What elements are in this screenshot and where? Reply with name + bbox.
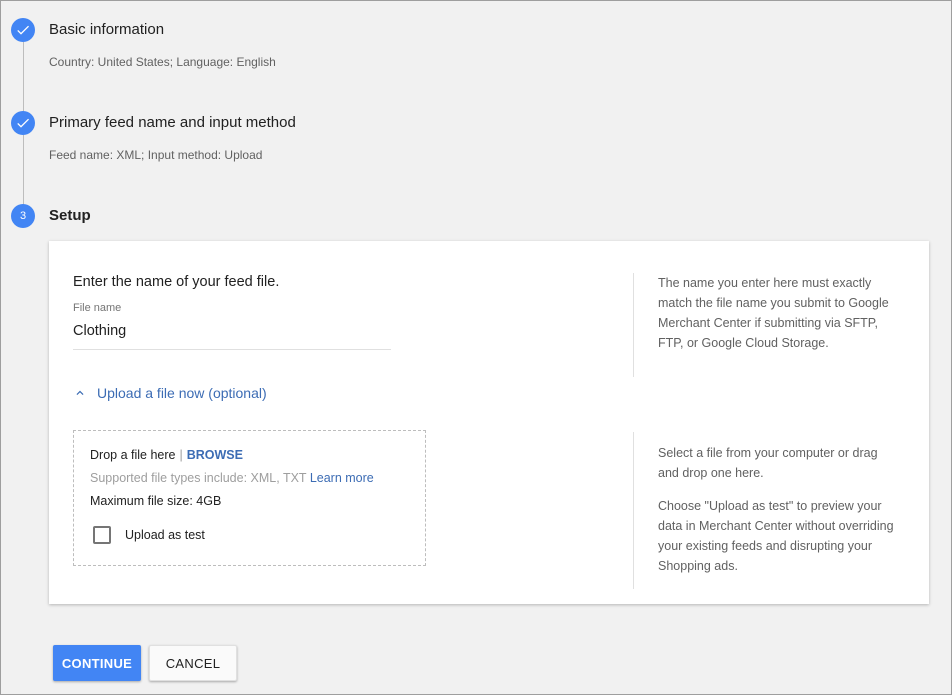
file-name-label: File name [73,302,122,314]
check-icon [17,118,29,128]
step-1-subtitle: Country: United States; Language: Englis… [49,55,276,69]
upload-file-toggle-label: Upload a file now (optional) [97,385,267,401]
chevron-up-icon [76,390,84,395]
upload-as-test-label: Upload as test [125,528,205,542]
step-2-subtitle: Feed name: XML; Input method: Upload [49,148,263,162]
continue-button[interactable]: CONTINUE [53,645,141,681]
upload-as-test-option[interactable]: Upload as test [93,526,205,544]
cancel-button[interactable]: CANCEL [149,645,237,681]
file-name-help-text: The name you enter here must exactly mat… [658,276,889,350]
file-name-underline [73,349,391,350]
setup-card: Enter the name of your feed file. File n… [49,241,929,604]
step-1-title: Basic information [49,21,165,38]
step-3-number-icon: 3 [11,204,35,228]
help-divider [633,432,634,589]
upload-as-test-checkbox[interactable] [93,526,111,544]
max-file-size-text: Maximum file size: 4GB [90,494,222,508]
step-connector [23,42,24,114]
dropzone-separator: | [179,448,183,462]
upload-help-text-1: Select a file from your computer or drag… [658,446,878,480]
step-3-title: Setup [49,207,91,224]
help-divider [633,273,634,377]
feed-file-prompt: Enter the name of your feed file. [73,274,280,290]
drop-file-text: Drop a file here [90,448,176,462]
supported-types-row: Supported file types include: XML, TXT L… [90,471,374,485]
upload-help-text-2: Choose "Upload as test" to preview your … [658,499,894,573]
learn-more-link[interactable]: Learn more [310,471,374,485]
step-2-title: Primary feed name and input method [49,114,296,131]
dropzone-drop-row: Drop a file here | BROWSE [90,448,243,462]
file-dropzone[interactable]: Drop a file here | BROWSE Supported file t… [73,430,426,566]
step-3-number: 3 [19,210,27,222]
step-connector [23,135,24,207]
step-1-complete-icon [11,18,35,42]
supported-types-text: Supported file types include: XML, TXT [90,471,307,485]
browse-button[interactable]: BROWSE [187,448,243,462]
check-icon [17,25,29,35]
upload-file-toggle[interactable]: Upload a file now (optional) [73,385,267,401]
file-name-input[interactable]: Clothing [73,323,126,339]
step-2-complete-icon [11,111,35,135]
